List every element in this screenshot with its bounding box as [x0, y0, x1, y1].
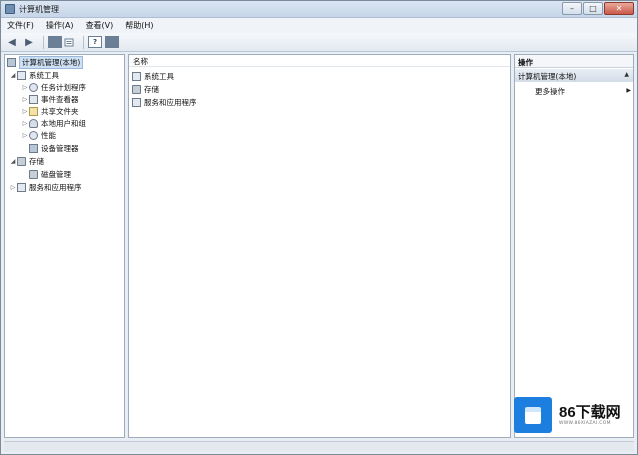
expand-arrow-icon[interactable]: ▷	[21, 84, 29, 91]
minimize-button[interactable]: –	[562, 2, 582, 15]
menu-action[interactable]: 操作(A)	[46, 20, 74, 31]
expand-arrow-icon[interactable]: ▷	[21, 132, 29, 139]
submenu-arrow-icon: ▶	[626, 87, 631, 94]
performance-icon	[29, 130, 38, 140]
more-actions-label: 更多操作	[535, 87, 565, 96]
menu-view[interactable]: 查看(V)	[86, 20, 114, 31]
toolbar-separator	[43, 35, 44, 49]
tree-item-disk-management[interactable]: 磁盘管理	[29, 168, 71, 180]
clock-icon	[29, 82, 38, 92]
tree-item-local-users-groups[interactable]: ▷ 本地用户和组	[21, 117, 86, 129]
help-icon[interactable]: ?	[88, 36, 102, 48]
menu-help[interactable]: 帮助(H)	[125, 20, 153, 31]
toolbar-separator	[83, 35, 84, 49]
tree-item-performance[interactable]: ▷ 性能	[21, 129, 56, 141]
device-manager-icon	[29, 143, 38, 153]
tree-item-computer-management[interactable]: 计算机管理(本地)	[7, 55, 84, 69]
action-group-computer-management[interactable]: 计算机管理(本地) ▲	[515, 69, 633, 82]
storage-icon	[132, 84, 141, 94]
storage-icon	[17, 156, 26, 166]
close-button[interactable]: ✕	[604, 2, 634, 15]
action-pane: 操作 计算机管理(本地) ▲ 更多操作 ▶	[514, 54, 634, 438]
tree-item-label: 共享文件夹	[41, 106, 79, 116]
disk-management-icon	[29, 169, 38, 179]
menu-bar: 文件(F) 操作(A) 查看(V) 帮助(H)	[1, 18, 637, 33]
show-hide-console-tree-icon[interactable]	[48, 36, 62, 48]
tree-item-services-applications[interactable]: ▷ 服务和应用程序	[9, 181, 82, 193]
tree-item-storage[interactable]: ◢ 存储	[9, 155, 44, 167]
computer-management-window: 计算机管理 – □ ✕ 文件(F) 操作(A) 查看(V) 帮助(H) ◀ ▶ …	[0, 0, 638, 455]
expand-arrow-icon[interactable]: ▷	[21, 108, 29, 115]
column-header-name[interactable]: 名称	[129, 55, 510, 67]
tree-item-event-viewer[interactable]: ▷ 事件查看器	[21, 93, 79, 105]
status-bar	[4, 441, 634, 452]
list-item[interactable]: 服务和应用程序	[132, 96, 197, 108]
shared-folder-icon	[29, 106, 38, 116]
tree-item-shared-folders[interactable]: ▷ 共享文件夹	[21, 105, 79, 117]
tree-item-system-tools[interactable]: ◢ 系统工具	[9, 69, 59, 81]
console-tree-pane[interactable]: 计算机管理(本地) ◢ 系统工具 ▷ 任务计划程序 ▷ 事件查看器 ▷ 共享文件…	[4, 54, 125, 438]
tree-item-label: 存储	[29, 156, 44, 166]
tree-item-device-manager[interactable]: 设备管理器	[29, 142, 79, 154]
back-arrow-icon[interactable]: ◀	[5, 35, 19, 49]
action-group-label: 计算机管理(本地)	[518, 72, 577, 81]
event-viewer-icon	[29, 94, 38, 104]
collapse-arrow-icon[interactable]: ◢	[9, 158, 17, 165]
tree-item-label: 性能	[41, 130, 56, 140]
services-icon	[132, 97, 141, 107]
tree-item-task-scheduler[interactable]: ▷ 任务计划程序	[21, 81, 86, 93]
watermark: 86下载网 WWW.86XIAZAI.COM	[514, 395, 636, 435]
list-item[interactable]: 系统工具	[132, 70, 174, 82]
more-actions-item[interactable]: 更多操作 ▶	[535, 86, 631, 98]
expand-arrow-icon[interactable]: ▷	[21, 120, 29, 127]
users-icon	[29, 118, 38, 128]
tree-item-label: 系统工具	[29, 70, 59, 80]
tree-item-label: 设备管理器	[41, 143, 79, 153]
system-tools-icon	[132, 71, 141, 81]
services-icon	[17, 182, 26, 192]
window-controls: – □ ✕	[561, 2, 634, 15]
show-hide-action-pane-icon[interactable]	[105, 36, 119, 48]
watermark-url: WWW.86XIAZAI.COM	[559, 420, 611, 426]
expand-arrow-icon[interactable]: ▷	[9, 184, 17, 191]
result-list-pane[interactable]: 名称 系统工具 存储 服务和应用程序	[128, 54, 511, 438]
tree-item-label: 事件查看器	[41, 94, 79, 104]
toolbar: ◀ ▶ ?	[1, 33, 637, 52]
system-tools-icon	[17, 70, 26, 80]
tree-item-label: 服务和应用程序	[29, 182, 82, 192]
watermark-logo-icon	[514, 397, 552, 433]
collapse-arrow-icon[interactable]: ◢	[9, 72, 17, 79]
list-item[interactable]: 存储	[132, 83, 159, 95]
computer-management-icon	[5, 4, 15, 14]
tree-item-label: 计算机管理(本地)	[19, 55, 84, 69]
computer-icon	[7, 57, 16, 67]
action-pane-title: 操作	[515, 55, 633, 68]
collapse-triangle-icon[interactable]: ▲	[624, 71, 629, 78]
properties-icon[interactable]	[62, 35, 76, 49]
tree-item-label: 任务计划程序	[41, 82, 86, 92]
maximize-button[interactable]: □	[583, 2, 603, 15]
list-item-label: 服务和应用程序	[144, 97, 197, 107]
title-bar[interactable]: 计算机管理 – □ ✕	[1, 1, 637, 18]
tree-item-label: 本地用户和组	[41, 118, 86, 128]
list-item-label: 系统工具	[144, 71, 174, 81]
watermark-brand: 86下载网	[559, 403, 621, 421]
menu-file[interactable]: 文件(F)	[7, 20, 34, 31]
expand-arrow-icon[interactable]: ▷	[21, 96, 29, 103]
tree-item-label: 磁盘管理	[41, 169, 71, 179]
list-item-label: 存储	[144, 84, 159, 94]
forward-arrow-icon[interactable]: ▶	[22, 35, 36, 49]
window-title: 计算机管理	[19, 5, 59, 14]
